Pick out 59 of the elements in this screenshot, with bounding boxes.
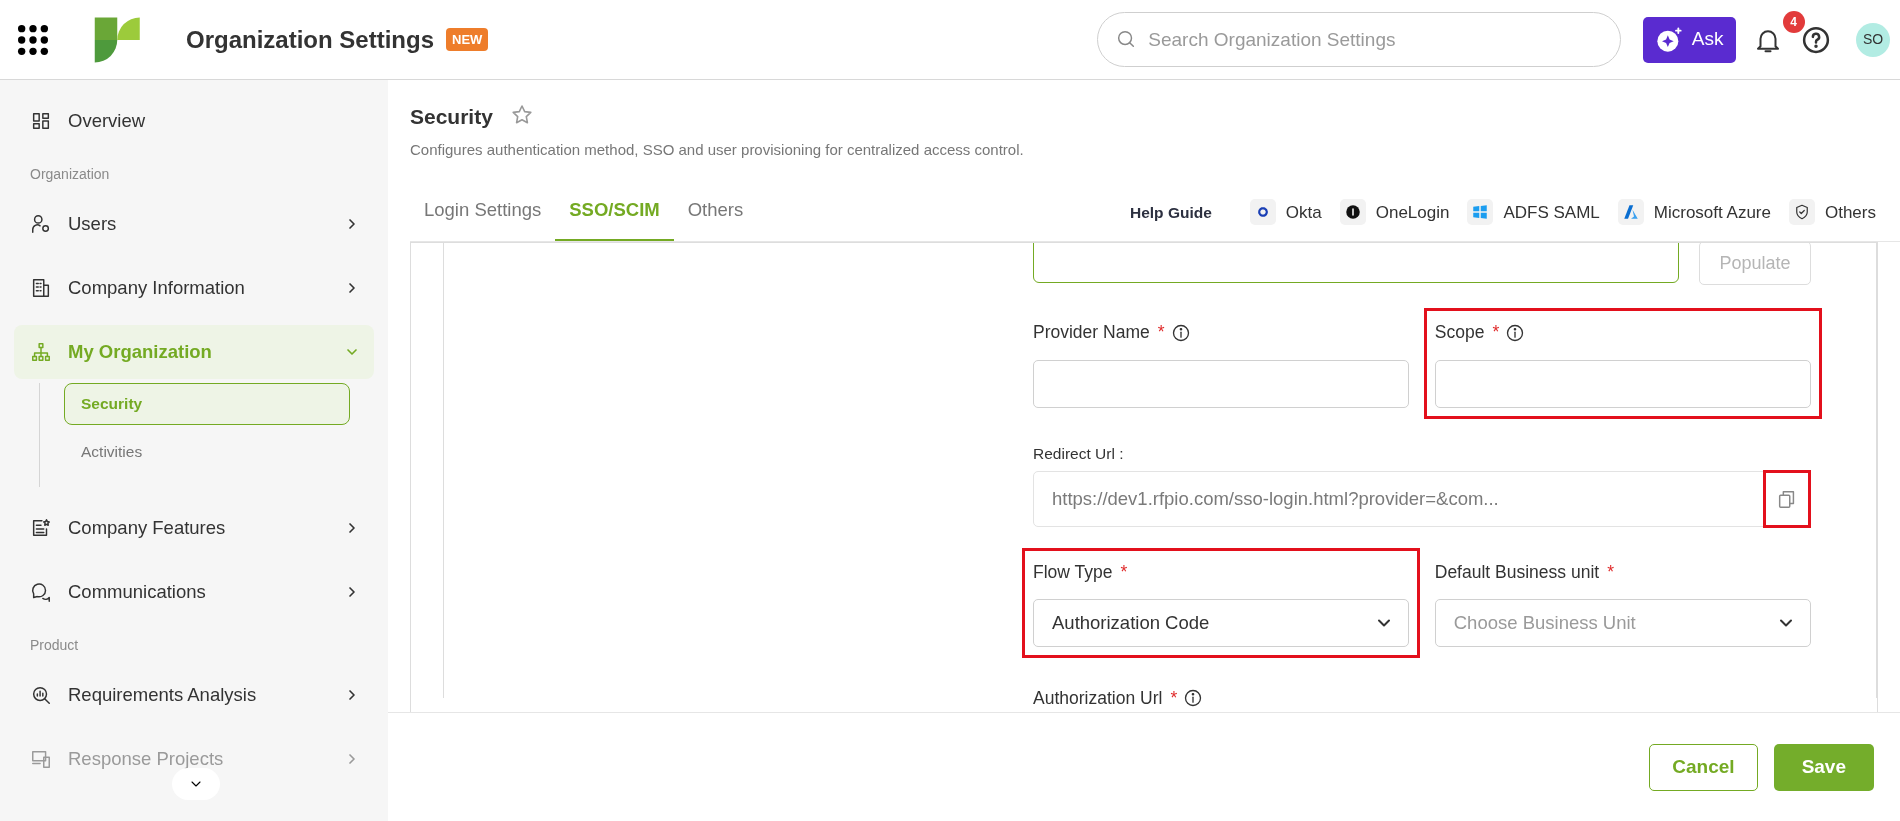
sidebar-item[interactable]: Requirements Analysis xyxy=(14,668,374,722)
section-label: Organization xyxy=(29,165,111,184)
info-icon[interactable] xyxy=(1505,322,1526,343)
sidebar-item[interactable]: Communications xyxy=(14,565,374,619)
text-field[interactable] xyxy=(1033,243,1679,284)
page-description: Configures authentication method, SSO and user provisioning for centralized access control. xyxy=(410,140,1025,161)
required-mark: * xyxy=(1157,321,1165,345)
help-icon[interactable] xyxy=(1800,24,1831,55)
windows-icon xyxy=(1471,203,1490,222)
field-label: Redirect Url : xyxy=(1033,443,1125,464)
app-grid-icon[interactable] xyxy=(16,22,50,57)
user-gear-icon xyxy=(30,213,52,235)
required-mark: * xyxy=(1492,321,1500,345)
tab[interactable]: Login Settings xyxy=(410,185,556,242)
notification-count: 4 xyxy=(1782,10,1805,33)
list-star-icon xyxy=(30,517,52,539)
chat-bubbles-icon xyxy=(30,581,52,603)
dashboard-icon xyxy=(30,110,52,132)
text-field[interactable] xyxy=(1434,359,1811,408)
field-label: Scope xyxy=(1434,321,1485,345)
dropdown[interactable]: Authorization Code xyxy=(1033,599,1410,648)
devices-icon xyxy=(30,748,52,770)
field-label: Authorization Url xyxy=(1033,687,1163,711)
azure-icon xyxy=(1621,203,1640,222)
section-label: Product xyxy=(29,636,80,655)
help-guide-label: Help Guide xyxy=(1130,202,1212,223)
tab[interactable]: Others xyxy=(673,185,758,242)
info-icon[interactable] xyxy=(1183,688,1204,709)
help-guide-link[interactable]: Okta xyxy=(1249,199,1322,226)
field-label: Default Business unit xyxy=(1434,560,1600,584)
search-field[interactable]: Search Organization Settings xyxy=(1097,12,1622,67)
text-field[interactable] xyxy=(1033,359,1410,408)
page-title: Security xyxy=(410,104,493,130)
required-mark: * xyxy=(1120,560,1128,584)
sidebar-item[interactable]: Overview xyxy=(14,94,374,148)
help-guide-link[interactable]: Microsoft Azure xyxy=(1617,199,1771,226)
required-mark: * xyxy=(1607,560,1614,584)
info-icon[interactable] xyxy=(1170,322,1191,343)
help-guide-link[interactable]: Others xyxy=(1788,199,1876,226)
sidebar-item[interactable]: Company Information xyxy=(14,261,374,315)
new-badge: NEW xyxy=(446,27,489,52)
app-title: Organization Settings xyxy=(186,24,434,55)
copy-button[interactable] xyxy=(1764,470,1810,527)
star-icon[interactable] xyxy=(509,102,534,127)
help-guide-link[interactable]: ADFS SAML xyxy=(1467,199,1600,226)
user-avatar[interactable]: SO xyxy=(1856,22,1890,57)
hierarchy-icon xyxy=(30,341,52,363)
building-icon xyxy=(30,277,52,299)
sidebar-item[interactable]: Users xyxy=(14,197,374,251)
sidebar-item[interactable]: Company Features xyxy=(14,501,374,555)
help-guide-link[interactable]: OneLogin xyxy=(1339,199,1450,226)
sidebar-subitem[interactable]: Activities xyxy=(64,431,350,473)
ask-button[interactable]: Ask xyxy=(1643,16,1736,63)
magnifier-chart-icon xyxy=(30,684,52,706)
url-field: https://dev1.rfpio.com/sso-login.html?provider=&com... xyxy=(1033,470,1811,527)
sparkle-icon xyxy=(1655,25,1684,54)
field-label: Flow Type xyxy=(1033,560,1113,584)
required-mark: * xyxy=(1170,687,1178,711)
field-label: Provider Name xyxy=(1033,321,1150,345)
